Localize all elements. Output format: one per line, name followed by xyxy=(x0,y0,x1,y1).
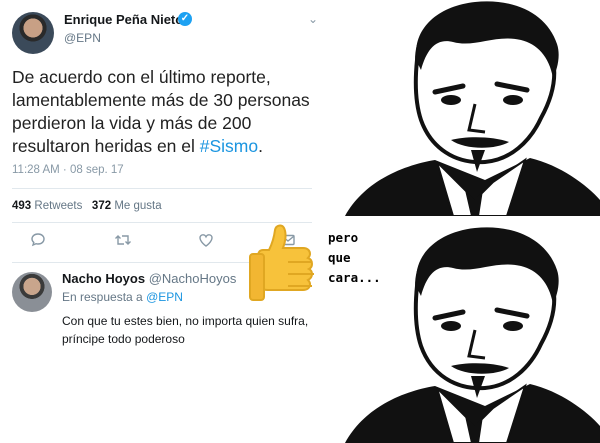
reply-icon[interactable] xyxy=(30,232,46,252)
reply-text: Con que tu estes bien, no importa quien … xyxy=(62,314,309,346)
retweet-icon[interactable] xyxy=(114,232,132,252)
verified-badge-icon: ✓ xyxy=(178,12,192,26)
hashtag-link[interactable]: #Sismo xyxy=(200,136,258,156)
tweet-text: De acuerdo con el último reporte, lament… xyxy=(12,66,322,158)
reply-author: Nacho Hoyos @NachoHoyos xyxy=(62,271,236,286)
likes-count[interactable]: 372 xyxy=(92,200,111,212)
meme-caption: pero que cara... xyxy=(328,230,381,285)
chevron-down-icon[interactable]: ⌄ xyxy=(308,12,318,26)
divider xyxy=(12,188,312,189)
tweet-body: De acuerdo con el último reporte, lament… xyxy=(12,67,310,156)
in-reply-mention[interactable]: @EPN xyxy=(146,290,183,304)
likes-label[interactable]: Me gusta xyxy=(114,200,161,212)
retweets-count[interactable]: 493 xyxy=(12,200,31,212)
tweet-punctuation: . xyxy=(258,136,263,156)
meme-face-top xyxy=(325,0,600,216)
author-avatar[interactable] xyxy=(12,12,54,54)
thumbs-up-emoji xyxy=(249,224,314,301)
reply-avatar[interactable] xyxy=(12,272,52,312)
author-name[interactable]: Enrique Peña Nieto xyxy=(64,12,183,27)
retweets-label[interactable]: Retweets xyxy=(34,200,82,212)
tweet-timestamp[interactable]: 11:28 AM · 08 sep. 17 xyxy=(12,164,124,176)
in-reply-prefix: En respuesta a xyxy=(62,290,143,304)
are-you-serious-face-icon xyxy=(325,0,600,216)
in-reply-to: En respuesta a @EPN xyxy=(62,290,183,304)
author-handle[interactable]: @EPN xyxy=(64,31,101,45)
tweet-stats: 493 Retweets 372 Me gusta xyxy=(12,200,162,212)
reply-author-handle[interactable]: @NachoHoyos xyxy=(149,271,237,286)
like-icon[interactable] xyxy=(198,232,214,252)
reply-author-name[interactable]: Nacho Hoyos xyxy=(62,271,145,286)
